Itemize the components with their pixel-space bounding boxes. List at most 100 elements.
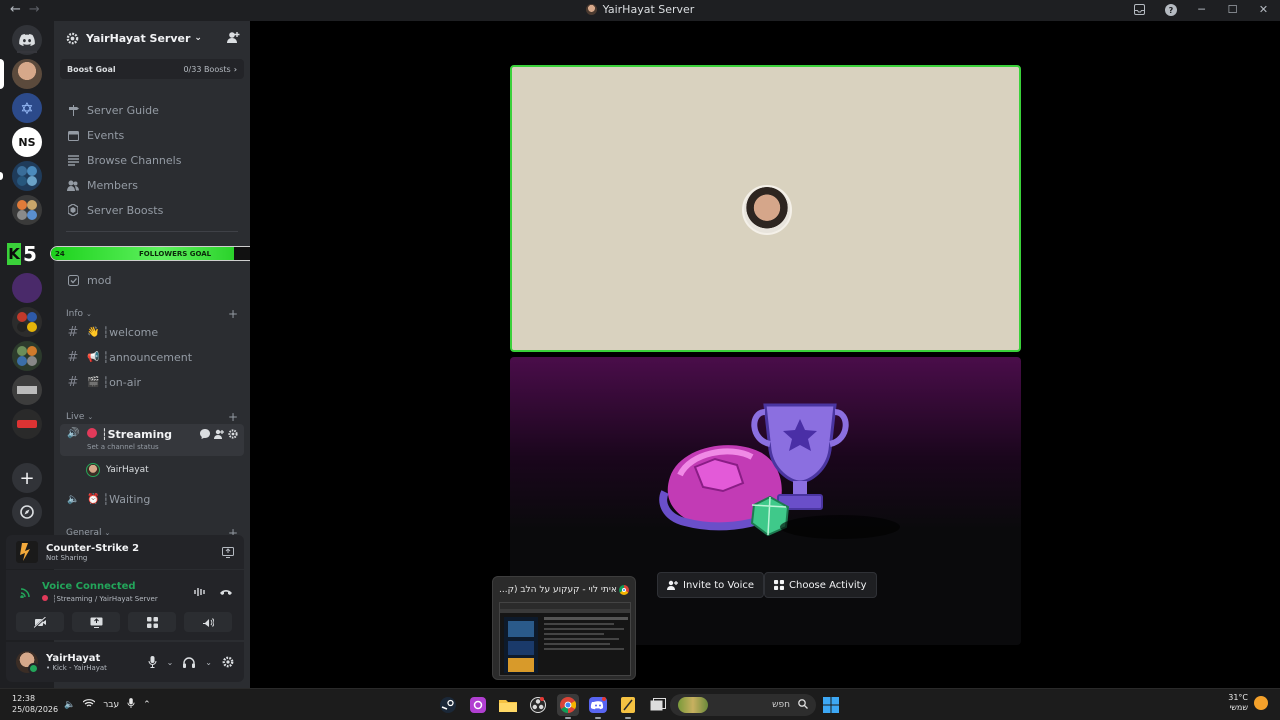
activities-button[interactable]: [128, 612, 176, 632]
server-purple[interactable]: [12, 273, 42, 303]
server-header[interactable]: YairHayat Server ⌄: [54, 21, 250, 55]
noise-suppression-icon[interactable]: [194, 587, 206, 597]
soundboard-button[interactable]: [184, 612, 232, 632]
voice-channel-waiting[interactable]: 🔈 ⏰ ┆Waiting: [60, 488, 244, 510]
server-folder-1[interactable]: [12, 161, 42, 191]
screen-share-icon[interactable]: [222, 546, 234, 558]
connection-signal-icon[interactable]: [20, 586, 32, 598]
windows-start-icon[interactable]: [820, 694, 842, 716]
clock-time: 12:38: [12, 694, 36, 703]
share-screen-button[interactable]: [72, 612, 120, 632]
disconnect-icon[interactable]: [220, 587, 232, 597]
volume-icon[interactable]: 🔈: [64, 700, 75, 710]
speaker-icon: 🔊: [67, 428, 80, 439]
minimize-icon[interactable]: ─: [1195, 3, 1208, 16]
channel-status[interactable]: Set a channel status: [87, 443, 159, 451]
window-title: YairHayat Server: [0, 3, 1280, 16]
taskbar-search[interactable]: חפש: [670, 694, 816, 716]
menu-browse-channels[interactable]: Browse Channels: [60, 149, 244, 171]
participant-tile[interactable]: [510, 65, 1021, 352]
gear-icon[interactable]: [228, 429, 238, 439]
menu-members[interactable]: Members: [60, 174, 244, 196]
clock[interactable]: 12:38 25/08/2026: [12, 693, 58, 715]
language-indicator[interactable]: עבר: [103, 700, 119, 710]
soundboard-icon: [203, 617, 214, 627]
chat-bubble-icon[interactable]: [200, 429, 210, 439]
voice-channel-streaming[interactable]: 🔊 ┆Streaming Set a channel status: [60, 424, 244, 456]
channel-name: ┆on-air: [102, 375, 142, 389]
taskbar-apps: [437, 694, 669, 719]
camera-off-icon: [33, 616, 47, 628]
invite-icon[interactable]: [214, 429, 224, 439]
headphones-icon[interactable]: [183, 656, 196, 668]
menu-server-boosts[interactable]: Server Boosts: [60, 199, 244, 221]
task-view-icon[interactable]: [647, 694, 669, 716]
forum-check-icon: [67, 274, 79, 286]
server-dark[interactable]: [12, 409, 42, 439]
activities-icon: [146, 616, 158, 628]
voice-connected-panel: Voice Connected ┆Streaming / YairHayat S…: [6, 570, 244, 640]
activities-icon: [774, 580, 784, 590]
server-folder-2[interactable]: [12, 195, 42, 225]
inbox-icon[interactable]: [1133, 3, 1146, 16]
rail-separator: [17, 51, 37, 53]
channel-mod[interactable]: mod: [60, 269, 244, 291]
taskbar-window-preview[interactable]: איתי לוי - קעקוע על הלב (ק...: [492, 576, 636, 680]
channel-welcome[interactable]: # 👋 ┆welcome: [60, 321, 244, 343]
boost-goal-bar[interactable]: Boost Goal 0/33 Boosts ›: [60, 59, 244, 79]
voice-channel-link[interactable]: ┆Streaming / YairHayat Server: [42, 595, 158, 603]
wifi-icon[interactable]: [82, 699, 96, 711]
chevron-down-icon[interactable]: ⌄: [167, 658, 174, 667]
avatar[interactable]: [16, 651, 39, 674]
server-star-of-david[interactable]: ✡: [12, 93, 42, 123]
file-explorer-icon[interactable]: [497, 694, 519, 716]
desktop: ← → YairHayat Server ? ─ ☐ ✕ ✡ NS + Yair…: [0, 0, 1280, 720]
chevron-down-icon: ⌄: [86, 310, 92, 318]
obs-icon[interactable]: [527, 694, 549, 716]
category-info[interactable]: Info ⌄ +: [66, 307, 238, 321]
followers-goal-current: 24: [55, 250, 65, 258]
camera-off-button[interactable]: [16, 612, 64, 632]
steam-icon[interactable]: [437, 694, 459, 716]
server-folder-4[interactable]: [12, 341, 42, 371]
server-yairhayat[interactable]: [12, 59, 42, 89]
channel-announcement[interactable]: # 📢 ┆announcement: [60, 346, 244, 368]
weather-text: 31°C שמשי: [1228, 693, 1248, 713]
invite-people-icon[interactable]: [227, 31, 240, 44]
server-avatar-icon: [585, 4, 597, 15]
invite-to-voice-button[interactable]: Invite to Voice: [657, 572, 765, 598]
add-channel-icon[interactable]: +: [228, 307, 238, 321]
activity-panel[interactable]: Counter-Strike 2 Not Sharing: [6, 535, 244, 569]
red-dot-icon: [42, 595, 48, 601]
server-fortnite[interactable]: [12, 375, 42, 405]
menu-events[interactable]: Events: [60, 124, 244, 146]
voice-status-title[interactable]: Voice Connected: [42, 581, 136, 592]
weather-widget[interactable]: 31°C שמשי: [1228, 693, 1268, 713]
chevron-up-icon[interactable]: ⌃: [143, 700, 151, 710]
instagram-icon[interactable]: [467, 694, 489, 716]
category-live[interactable]: Live ⌄ +: [66, 410, 238, 424]
server-folder-3[interactable]: [12, 307, 42, 337]
chrome-taskbar-icon[interactable]: [557, 694, 579, 719]
notes-app-icon[interactable]: [617, 694, 639, 719]
add-channel-icon[interactable]: +: [228, 410, 238, 424]
close-icon[interactable]: ✕: [1257, 3, 1270, 16]
discord-taskbar-icon[interactable]: [587, 694, 609, 719]
help-icon[interactable]: ?: [1164, 3, 1177, 16]
boost-goal-count: 0/33 Boosts: [183, 64, 231, 74]
microphone-icon[interactable]: [148, 656, 157, 668]
user-panel[interactable]: YairHayat • Kick - YairHayat ⌄ ⌄: [6, 642, 244, 682]
add-server-icon[interactable]: +: [12, 463, 42, 493]
gear-icon[interactable]: [222, 656, 234, 668]
voice-user[interactable]: YairHayat: [86, 463, 149, 477]
chevron-down-icon[interactable]: ⌄: [205, 658, 212, 667]
channel-on-air[interactable]: # 🎬 ┆on-air: [60, 371, 244, 393]
window-controls: ? ─ ☐ ✕: [1133, 3, 1270, 16]
choose-activity-button[interactable]: Choose Activity: [764, 572, 877, 598]
microphone-icon[interactable]: [127, 698, 135, 712]
maximize-icon[interactable]: ☐: [1226, 3, 1239, 16]
discover-icon[interactable]: [12, 497, 42, 527]
server-ns[interactable]: NS: [12, 127, 42, 157]
menu-server-guide[interactable]: Server Guide: [60, 99, 244, 121]
boost-gem-icon: [67, 204, 79, 216]
